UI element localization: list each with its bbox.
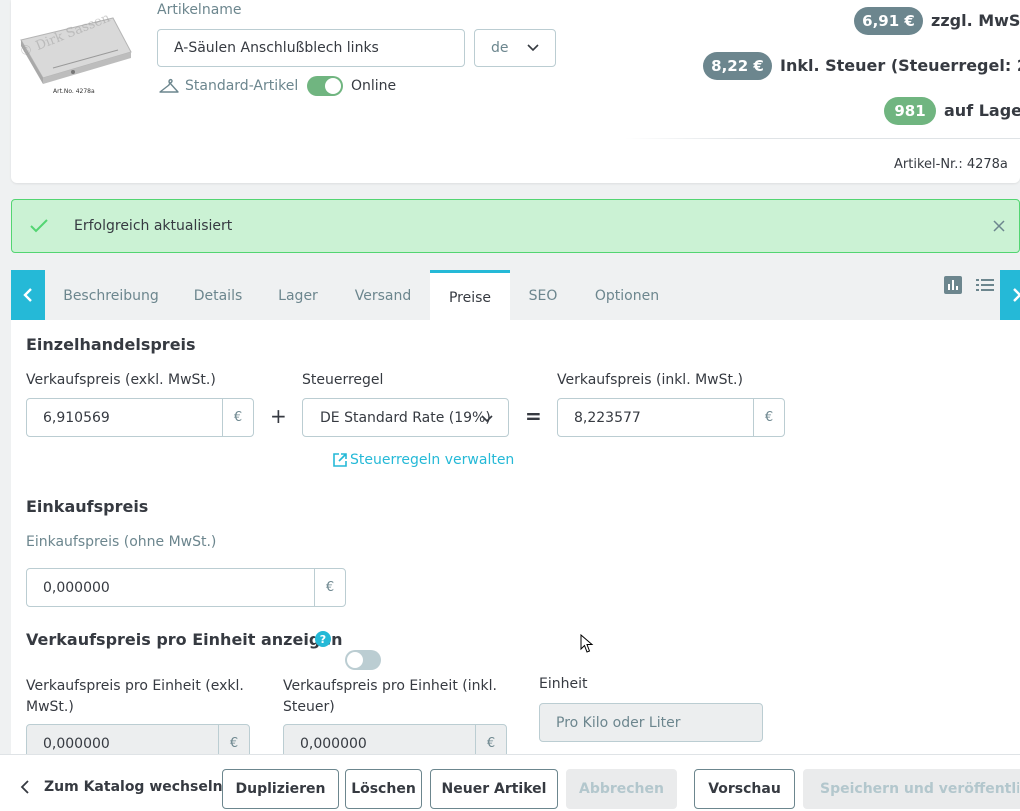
retail-excl-input[interactable]: 6,910569 € [26, 398, 254, 437]
unit-excl-label: Verkaufspreis pro Einheit (exkl. MwSt.) [26, 678, 244, 715]
tax-rule-value: DE Standard Rate (19%) [320, 409, 491, 426]
purchase-price-input[interactable]: 0,000000 € [26, 568, 346, 607]
toggle-knob [347, 652, 363, 668]
currency-addon: € [753, 399, 784, 436]
chevron-down-icon [527, 44, 539, 52]
cancel-button[interactable]: Abbrechen [566, 769, 677, 809]
close-icon[interactable] [993, 220, 1005, 232]
unit-price-title: Verkaufspreis pro Einheit anzeigen [26, 630, 343, 649]
chevron-left-icon [23, 288, 32, 302]
price-incl-label: Inkl. Steuer (Steuerregel: 23 %) [780, 56, 1020, 75]
currency-addon: € [222, 399, 253, 436]
tab-preise[interactable]: Preise [430, 270, 510, 320]
article-name-value: A-Säulen Anschlußblech links [174, 40, 379, 56]
stock-label: auf Lager [944, 101, 1020, 120]
unit-label: Einheit [539, 676, 588, 692]
delete-button[interactable]: Löschen [345, 769, 422, 809]
price-incl-badge: 8,22 € [703, 52, 772, 80]
product-type-label: Standard-Artikel [185, 78, 299, 94]
tax-rule-label: Steuerregel [302, 372, 384, 388]
new-article-button[interactable]: Neuer Artikel [430, 769, 558, 809]
retail-incl-value: 8,223577 [574, 409, 641, 426]
equals-sign: = [525, 404, 542, 428]
tab-lager[interactable]: Lager [268, 270, 328, 320]
toggle-knob [325, 78, 341, 94]
chevron-down-icon [481, 415, 493, 423]
purchase-price-label: Einkaufspreis (ohne MwSt.) [26, 534, 217, 550]
bar-chart-icon[interactable] [944, 276, 962, 294]
alert-message: Erfolgreich aktualisiert [74, 218, 233, 234]
purchase-price-value: 0,000000 [43, 579, 110, 596]
unit-incl-value: 0,000000 [300, 735, 367, 752]
thumbnail-caption: Art.No. 4278a [53, 88, 95, 95]
unit-price-toggle[interactable] [345, 650, 381, 670]
tabs-next-button[interactable] [1000, 270, 1020, 320]
back-to-catalog-label: Zum Katalog wechseln [44, 779, 223, 795]
retail-excl-label: Verkaufspreis (exkl. MwSt.) [26, 372, 216, 388]
list-icon[interactable] [976, 278, 994, 292]
language-select[interactable]: de [474, 29, 556, 67]
retail-price-title: Einzelhandelspreis [26, 335, 196, 354]
plus-sign: + [270, 404, 287, 428]
tab-versand[interactable]: Versand [343, 270, 423, 320]
retail-excl-value: 6,910569 [43, 409, 110, 426]
price-excl-badge: 6,91 € [854, 7, 923, 35]
external-link-icon [333, 453, 347, 467]
hanger-icon [159, 78, 179, 93]
tabs-prev-button[interactable] [11, 270, 45, 320]
stock-badge: 981 [884, 97, 936, 125]
back-to-catalog-link[interactable]: Zum Katalog wechseln [20, 779, 223, 795]
help-icon-glyph: ? [319, 632, 327, 646]
unit-excl-value: 0,000000 [43, 735, 110, 752]
help-icon[interactable]: ? [315, 631, 331, 647]
tab-seo[interactable]: SEO [520, 270, 566, 320]
chevron-left-icon [20, 780, 29, 794]
unit-incl-label: Verkaufspreis pro Einheit (inkl. Steuer) [283, 678, 497, 715]
online-toggle[interactable] [307, 76, 343, 96]
currency-addon: € [314, 569, 345, 606]
retail-incl-input[interactable]: 8,223577 € [557, 398, 785, 437]
language-value: de [491, 40, 509, 56]
save-publish-button[interactable]: Speichern und veröffentlichen [803, 769, 1020, 809]
product-thumbnail: © Dirk Sassen Art.No. 4278a [13, 0, 135, 100]
preview-button[interactable]: Vorschau [694, 769, 795, 809]
manage-tax-rules-link[interactable]: Steuerregeln verwalten [332, 452, 514, 468]
unit-placeholder: Pro Kilo oder Liter [556, 714, 681, 731]
unit-input[interactable]: Pro Kilo oder Liter [539, 703, 763, 742]
header-divider [625, 138, 1020, 139]
mouse-cursor-icon [580, 634, 594, 653]
tab-optionen[interactable]: Optionen [584, 270, 670, 320]
retail-incl-label: Verkaufspreis (inkl. MwSt.) [557, 372, 743, 388]
tab-beschreibung[interactable]: Beschreibung [55, 270, 167, 320]
article-number: Artikel-Nr.: 4278a [894, 157, 1008, 172]
duplicate-button[interactable]: Duplizieren [222, 769, 339, 809]
tax-rule-select[interactable]: DE Standard Rate (19%) [302, 398, 509, 437]
chevron-right-icon [1013, 288, 1020, 302]
article-name-input[interactable]: A-Säulen Anschlußblech links [157, 29, 465, 67]
online-label: Online [351, 78, 397, 94]
article-name-label: Artikelname [157, 2, 242, 18]
tab-details[interactable]: Details [182, 270, 254, 320]
manage-tax-rules-label: Steuerregeln verwalten [350, 452, 515, 468]
purchase-price-title: Einkaufspreis [26, 497, 149, 516]
price-excl-label: zzgl. MwSt. [931, 11, 1020, 30]
checkmark-icon [30, 219, 48, 233]
